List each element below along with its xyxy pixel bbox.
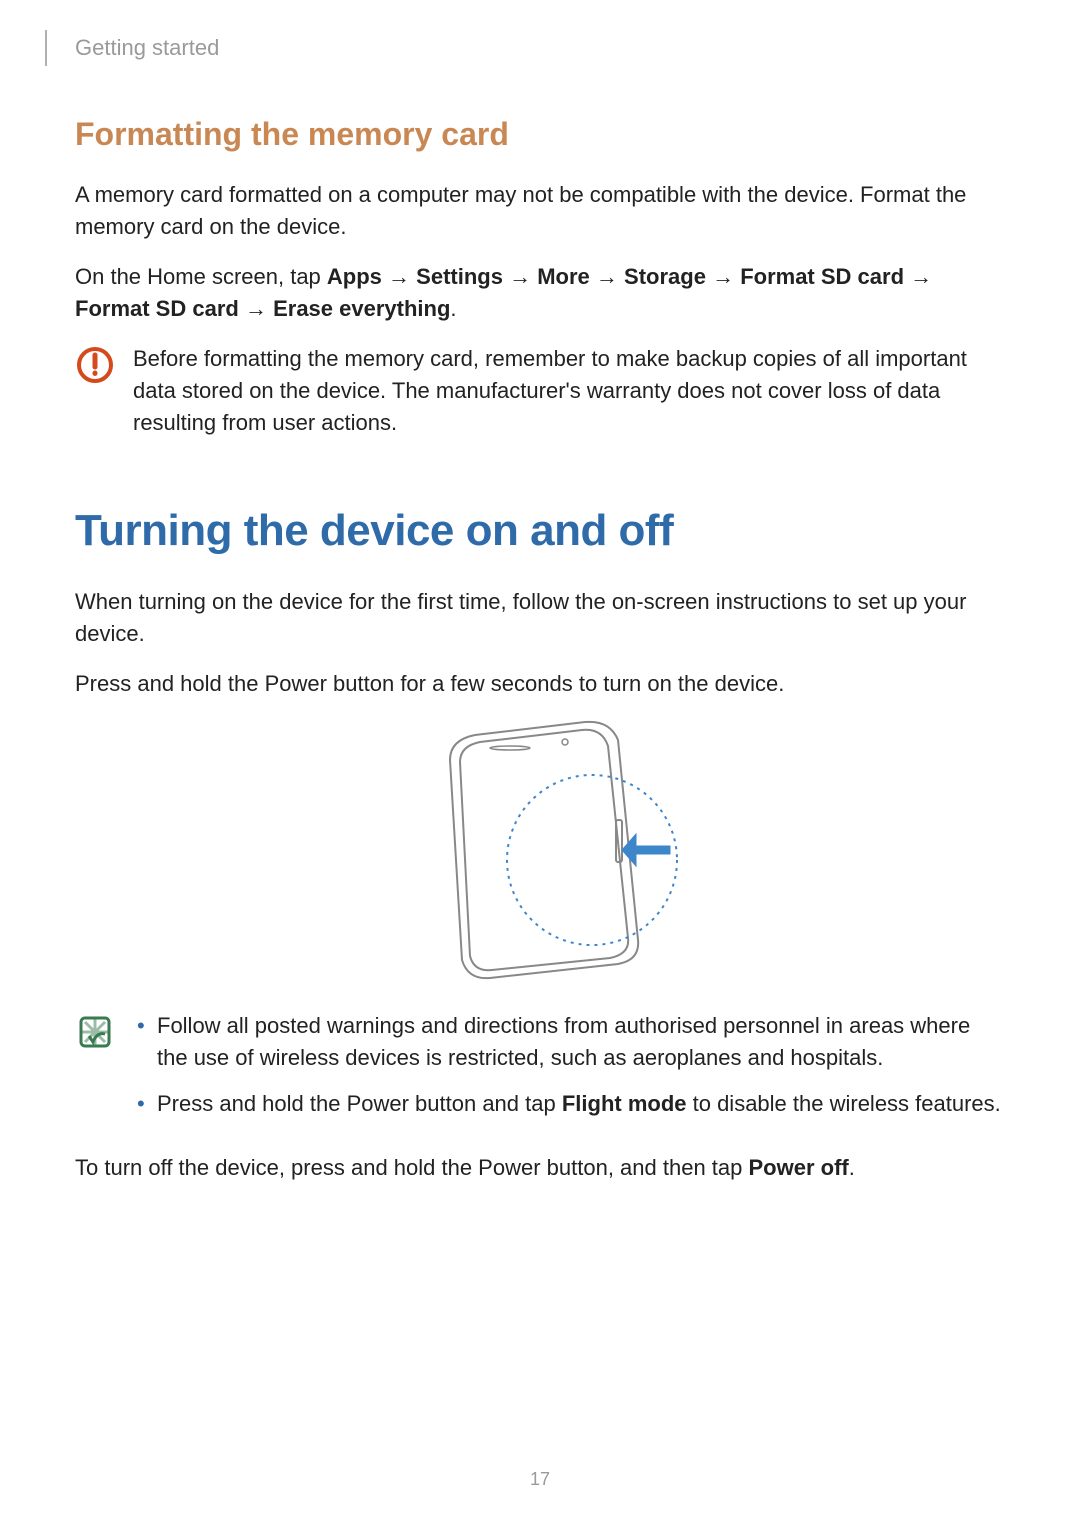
body-text-navpath: On the Home screen, tap Apps → Settings … bbox=[75, 261, 1005, 325]
body-text: Press and hold the Power button for a fe… bbox=[75, 668, 1005, 700]
power-button-illustration bbox=[75, 720, 1005, 980]
caution-callout: Before formatting the memory card, remem… bbox=[75, 343, 1005, 439]
note-bullet: Press and hold the Power button and tap … bbox=[133, 1088, 1005, 1120]
note-bullet: Follow all posted warnings and direction… bbox=[133, 1010, 1005, 1074]
breadcrumb: Getting started bbox=[45, 30, 1005, 66]
section-heading-power: Turning the device on and off bbox=[75, 499, 1005, 563]
body-text: To turn off the device, press and hold t… bbox=[75, 1152, 1005, 1184]
body-text: A memory card formatted on a computer ma… bbox=[75, 179, 1005, 243]
body-text: When turning on the device for the first… bbox=[75, 586, 1005, 650]
note-callout: Follow all posted warnings and direction… bbox=[75, 1010, 1005, 1134]
section-heading-format: Formatting the memory card bbox=[75, 111, 1005, 157]
caution-text: Before formatting the memory card, remem… bbox=[133, 343, 1005, 439]
breadcrumb-text: Getting started bbox=[75, 32, 219, 64]
page-number: 17 bbox=[0, 1466, 1080, 1492]
breadcrumb-tick bbox=[45, 30, 47, 66]
caution-icon bbox=[75, 345, 115, 394]
note-icon bbox=[75, 1012, 115, 1061]
